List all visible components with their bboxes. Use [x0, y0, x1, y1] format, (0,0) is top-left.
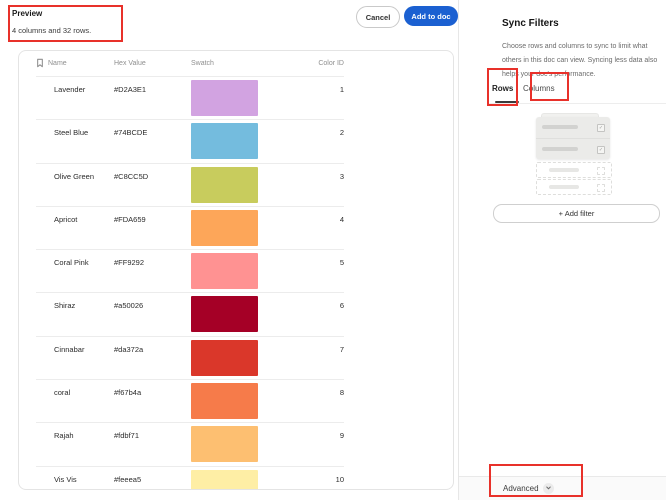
sync-filters-description: Choose rows and columns to sync to limit… [502, 40, 657, 82]
illustration-text-bar [542, 125, 578, 129]
hex-value-cell: #fdbf71 [114, 431, 140, 441]
illustration-dashed-row [536, 162, 612, 178]
table-row[interactable]: Apricot #FDA659 4 [36, 206, 344, 251]
column-header-color-id[interactable]: Color ID [294, 60, 344, 67]
panel-footer [459, 476, 666, 500]
color-name-cell: Lavender [54, 85, 86, 94]
checkbox-icon [597, 184, 605, 192]
color-swatch [191, 253, 258, 290]
color-swatch [191, 166, 258, 203]
illustration-dashed-row [536, 179, 612, 195]
color-swatch [191, 469, 258, 489]
checkbox-icon [597, 167, 605, 175]
color-id-cell: 4 [339, 214, 344, 224]
advanced-label: Advanced [503, 483, 539, 493]
hex-value-cell: #C8CC5D [114, 171, 149, 181]
add-filter-button[interactable]: + Add filter [493, 204, 660, 223]
color-id-cell: 2 [339, 128, 344, 138]
preview-table-card: Name Hex Value Swatch Color ID Lavender … [18, 50, 454, 490]
description-line: helps your doc's performance. [502, 71, 596, 78]
color-swatch [191, 123, 258, 160]
hex-value-cell: #f67b4a [114, 388, 142, 398]
cancel-button[interactable]: Cancel [356, 6, 400, 28]
color-name-cell: coral [54, 388, 71, 398]
add-to-doc-button[interactable]: Add to doc [404, 6, 458, 26]
table-row[interactable]: coral #f67b4a 8 [36, 380, 344, 424]
column-header-name[interactable]: Name [36, 58, 114, 70]
active-tab-underline [495, 101, 519, 103]
tab-rows[interactable]: Rows [492, 84, 513, 93]
table-row[interactable]: Olive Green #C8CC5D 3 [36, 163, 344, 207]
table-row[interactable]: Vis Vis #feeea5 10 [36, 466, 344, 489]
illustration-text-bar [542, 147, 578, 151]
table-row[interactable]: Coral Pink #FF9292 5 [36, 250, 344, 294]
color-name-cell: Coral Pink [54, 258, 89, 268]
color-name-cell: Cinnabar [54, 344, 85, 354]
color-swatch [191, 426, 258, 463]
chevron-down-icon [542, 482, 554, 494]
color-swatch [191, 296, 258, 333]
description-line: Choose rows and columns to sync to limit… [502, 43, 648, 50]
color-name-cell: Apricot [54, 214, 78, 224]
color-id-cell: 5 [339, 258, 344, 268]
color-swatch [191, 339, 258, 376]
color-name-cell: Rajah [54, 431, 74, 441]
color-name-cell: Steel Blue [54, 128, 89, 138]
hex-value-cell: #a50026 [114, 301, 144, 311]
illustration-row: ✓ [536, 138, 610, 159]
description-line: others in this doc can view. Syncing les… [502, 57, 658, 64]
color-id-cell: 9 [339, 431, 344, 441]
color-id-cell: 3 [339, 171, 344, 181]
color-swatch [191, 80, 258, 116]
illustration-row: ✓ [536, 117, 610, 138]
table-row[interactable]: Steel Blue #74BCDE 2 [36, 120, 344, 164]
table-header-row: Name Hex Value Swatch Color ID [36, 51, 344, 77]
color-table: Name Hex Value Swatch Color ID Lavender … [36, 51, 344, 489]
advanced-dropdown[interactable]: Advanced [503, 482, 554, 494]
color-id-cell: 8 [339, 388, 344, 398]
sync-preview-screen: Preview 4 columns and 32 rows. Cancel Ad… [0, 0, 666, 500]
hex-value-cell: #D2A3E1 [114, 85, 147, 94]
preview-title: Preview [12, 9, 43, 18]
column-header-name-label: Name [48, 60, 67, 67]
color-name-cell: Shiraz [54, 301, 76, 311]
hex-value-cell: #74BCDE [114, 128, 148, 138]
color-swatch [191, 209, 258, 246]
color-id-cell: 7 [339, 344, 344, 354]
table-row[interactable]: Cinnabar #da372a 7 [36, 336, 344, 381]
checkbox-icon: ✓ [597, 146, 605, 154]
sync-filters-title: Sync Filters [502, 18, 559, 29]
tab-columns[interactable]: Columns [523, 84, 555, 93]
hex-value-cell: #feeea5 [114, 474, 142, 484]
table-row[interactable]: Lavender #D2A3E1 1 [36, 77, 344, 121]
filter-illustration-card: ✓ ✓ [536, 117, 610, 159]
table-row[interactable]: Rajah #fdbf71 9 [36, 423, 344, 467]
hex-value-cell: #FDA659 [114, 214, 146, 224]
column-header-swatch[interactable]: Swatch [191, 60, 294, 67]
tabs-divider [489, 103, 666, 104]
color-name-cell: Olive Green [54, 171, 95, 181]
illustration-text-bar [549, 168, 579, 172]
color-id-cell: 6 [339, 301, 344, 311]
color-name-cell: Vis Vis [54, 474, 77, 484]
hex-value-cell: #FF9292 [114, 258, 145, 268]
color-id-cell: 1 [339, 85, 344, 94]
column-header-hex[interactable]: Hex Value [114, 60, 191, 67]
panel-divider [458, 0, 459, 500]
table-row[interactable]: Shiraz #a50026 6 [36, 293, 344, 337]
checkbox-icon: ✓ [597, 124, 605, 132]
preview-row-count: 4 columns and 32 rows. [12, 26, 92, 35]
color-id-cell: 10 [335, 474, 344, 484]
illustration-text-bar [549, 185, 579, 189]
color-swatch [191, 383, 258, 420]
hex-value-cell: #da372a [114, 344, 144, 354]
bookmark-icon [36, 58, 44, 70]
